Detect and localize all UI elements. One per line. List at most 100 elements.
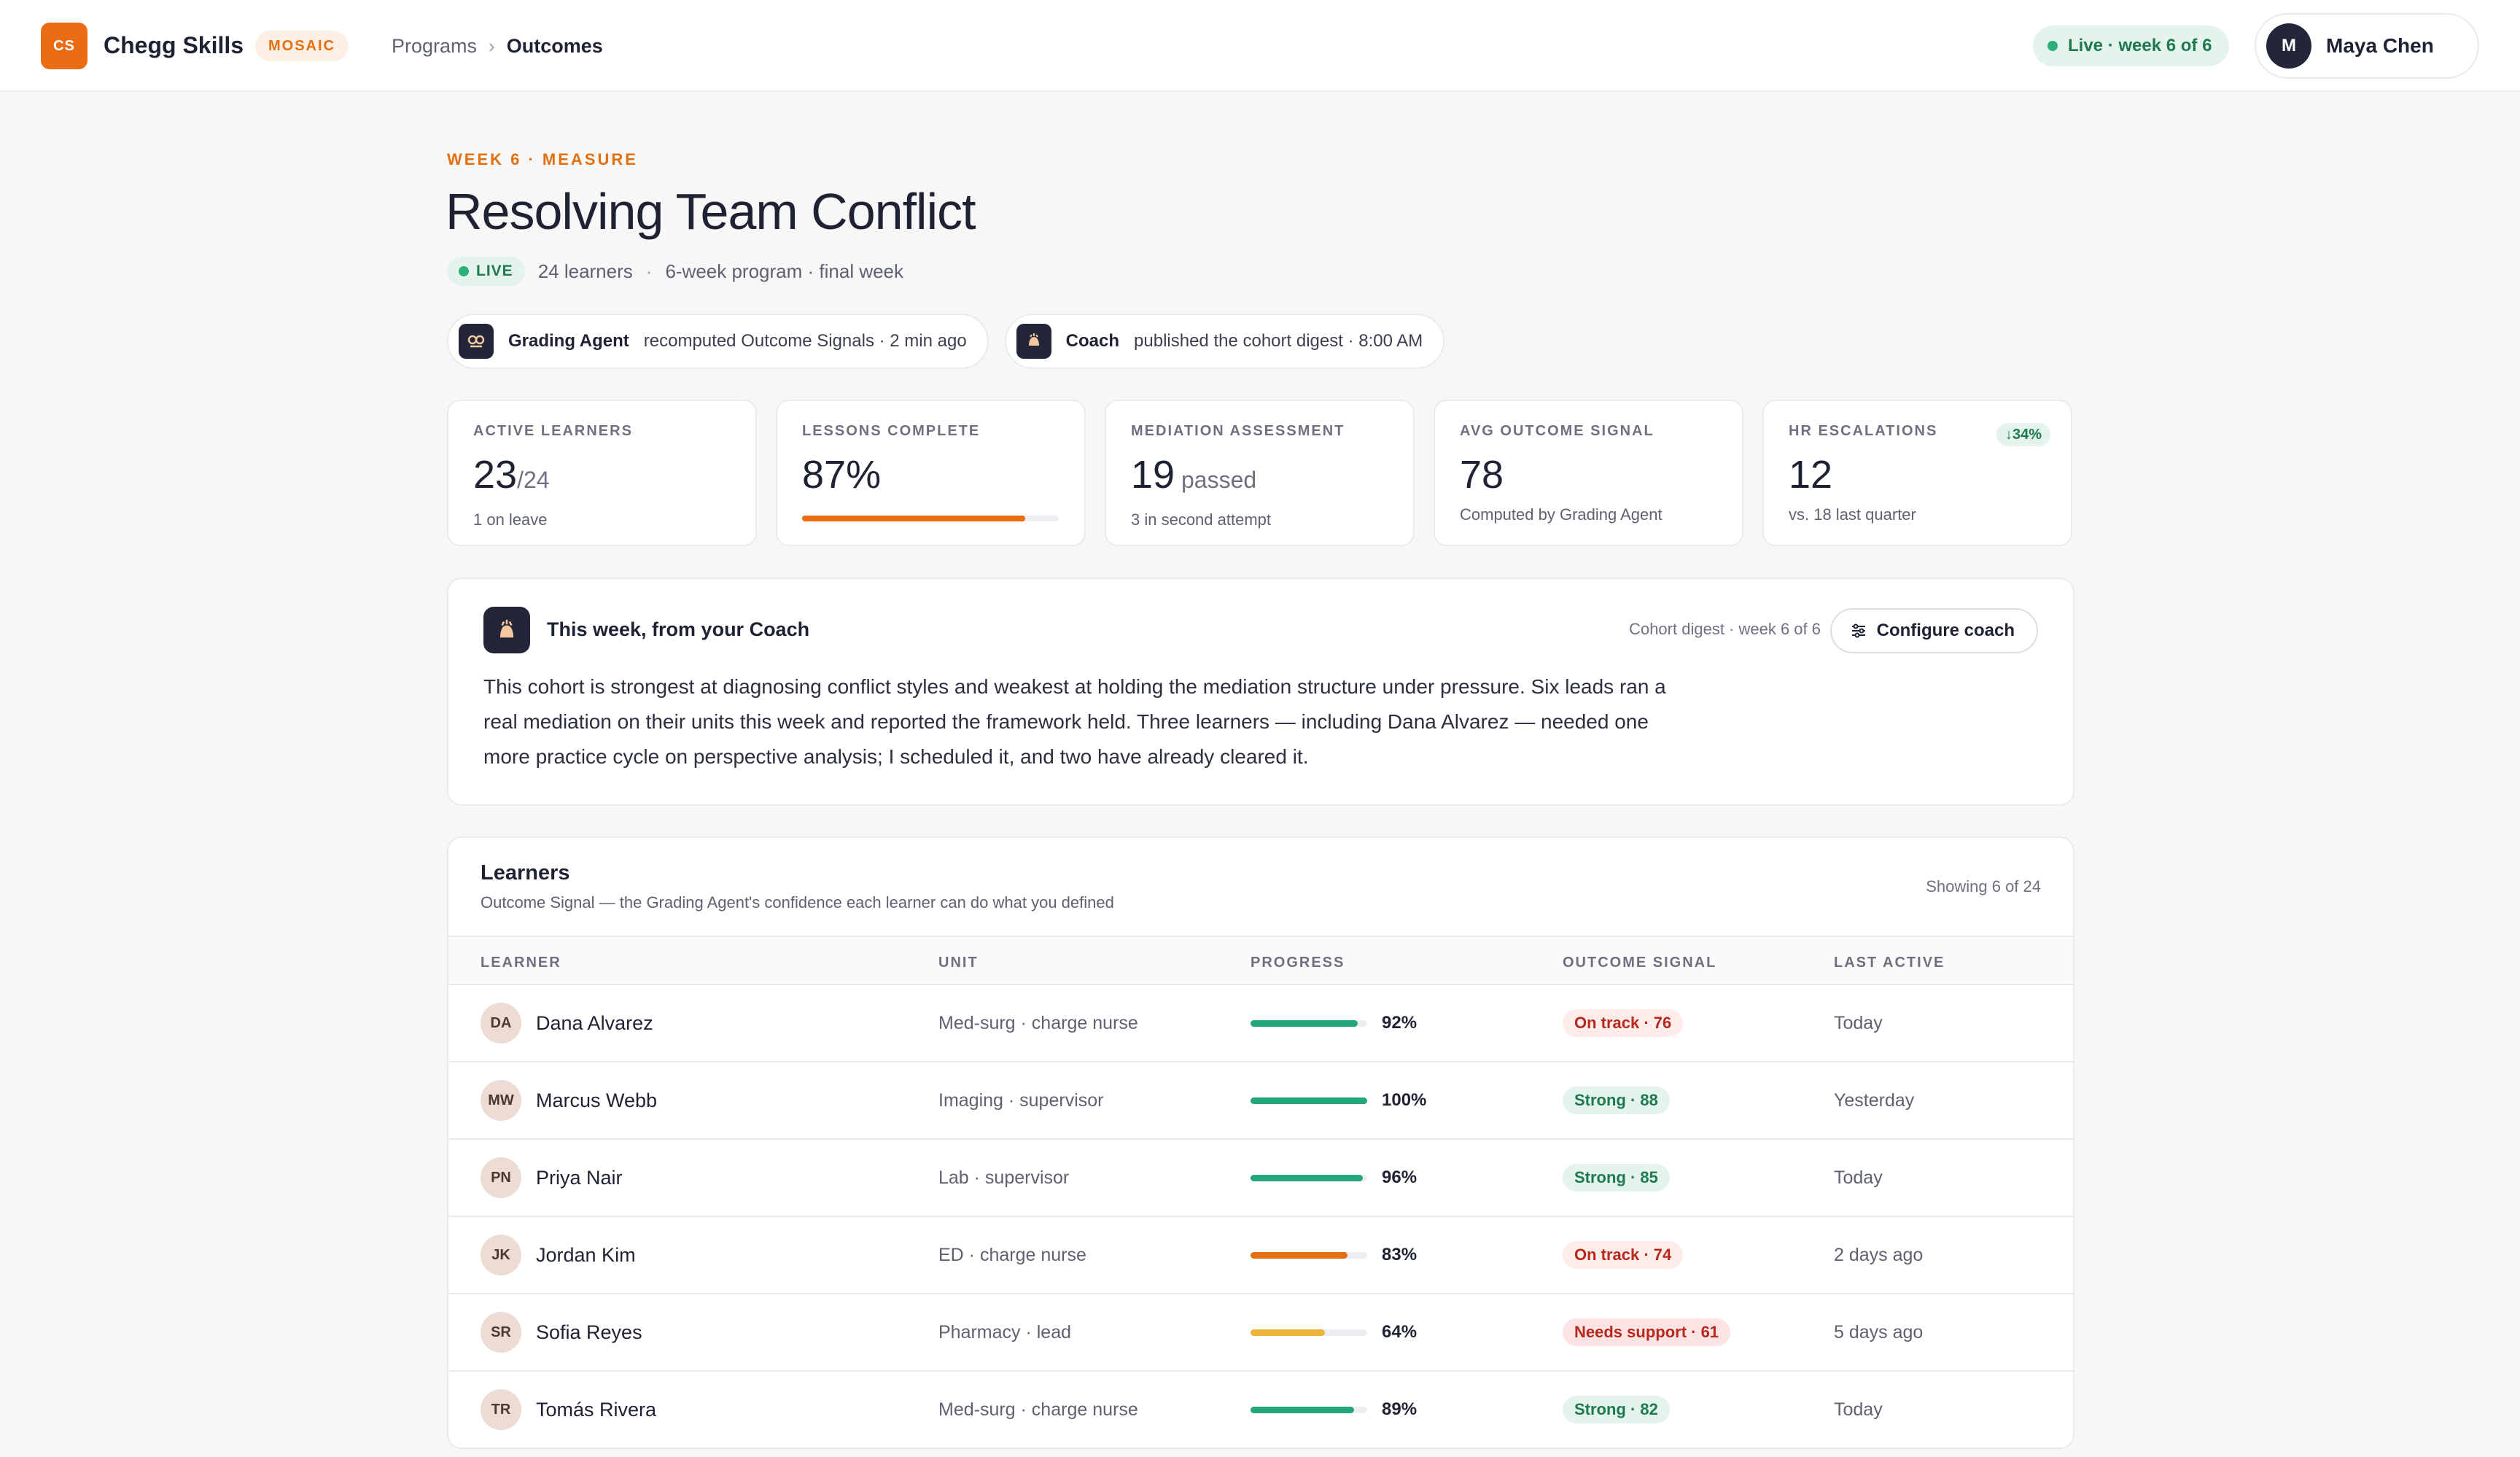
signal-cell: Needs support · 61 [1563, 1294, 1731, 1370]
coach-activity[interactable]: Coach published the cohort digest · 8:00… [1004, 314, 1445, 369]
last-active-text: Today [1834, 1167, 1883, 1188]
agent-action: recomputed Outcome Signals · 2 min ago [643, 331, 967, 351]
table-row[interactable]: TR Tomás Rivera Med-surg · charge nurse 89%… [448, 1372, 2073, 1448]
page-title: Resolving Team Conflict [446, 183, 976, 240]
progress-bar-fill [1251, 1097, 1367, 1104]
progress-percent: 83% [1382, 1245, 1418, 1264]
stat-subtext: vs. 18 last quarter [1789, 505, 1916, 524]
learner-name[interactable]: Marcus Webb [536, 1089, 657, 1112]
stat-suffix: /24 [517, 467, 550, 493]
column-unit[interactable]: UNIT [938, 955, 979, 971]
grading-agent-activity[interactable]: Grading Agent recomputed Outcome Signals… [447, 314, 989, 369]
learner-name[interactable]: Tomás Rivera [536, 1399, 656, 1421]
last-active-text: Yesterday [1834, 1089, 1915, 1111]
user-name: Maya Chen [2326, 34, 2434, 57]
showing-count: Showing 6 of 24 [1926, 877, 2041, 895]
progress-bar-fill [1251, 1406, 1355, 1413]
learner-avatar: JK [481, 1235, 521, 1275]
progress-cell: 92% [1251, 985, 1417, 1061]
stat-label: LESSONS COMPLETE [802, 423, 981, 439]
signal-cell: On track · 74 [1563, 1217, 1684, 1293]
progress-bar [1251, 1019, 1367, 1027]
progress-percent: 100% [1382, 1090, 1427, 1110]
progress-cell: 100% [1251, 1062, 1426, 1138]
configure-coach-button[interactable]: Configure coach [1829, 608, 2038, 653]
mosaic-badge: MOSAIC [255, 31, 349, 61]
last-active-text: Today [1834, 1399, 1883, 1420]
learner-name[interactable]: Sofia Reyes [536, 1321, 642, 1344]
live-week-label: Live · week 6 of 6 [2068, 36, 2212, 55]
last-active-cell: Today [1834, 1372, 1883, 1448]
agent-name: Coach [1065, 331, 1120, 351]
learner-cell: TR Tomás Rivera [481, 1372, 656, 1448]
outcome-signal-badge: On track · 74 [1563, 1241, 1684, 1269]
table-header: LEARNER UNIT PROGRESS OUTCOME SIGNAL LAS… [448, 936, 2073, 985]
column-learner[interactable]: LEARNER [481, 955, 561, 971]
unit-text: Lab · supervisor [938, 1167, 1070, 1188]
progress-cell: 96% [1251, 1140, 1417, 1216]
learner-cell: DA Dana Alvarez [481, 985, 653, 1061]
learner-count: 24 learners [537, 260, 633, 282]
breadcrumb-programs[interactable]: Programs [392, 35, 477, 58]
progress-bar [1251, 1097, 1367, 1104]
table-row[interactable]: DA Dana Alvarez Med-surg · charge nurse 92%… [448, 985, 2073, 1062]
outcome-signal-badge: On track · 76 [1563, 1009, 1684, 1037]
learner-cell: PN Priya Nair [481, 1140, 623, 1216]
learner-name[interactable]: Jordan Kim [536, 1244, 636, 1267]
unit-cell: Imaging · supervisor [938, 1062, 1103, 1138]
top-bar: CS Chegg Skills MOSAIC Programs › Outcom… [0, 0, 2520, 92]
last-active-cell: Today [1834, 1140, 1883, 1216]
stat-number: 19 [1131, 453, 1175, 497]
stat-avg-outcome-signal: AVG OUTCOME SIGNAL 78 Computed by Gradin… [1434, 400, 1743, 546]
progress-bar-fill [1251, 1251, 1348, 1259]
breadcrumb: Programs › Outcomes [392, 31, 603, 61]
progress-cell: 83% [1251, 1217, 1417, 1293]
live-week-status: Live · week 6 of 6 [2033, 26, 2230, 66]
live-dot-icon [2048, 41, 2058, 51]
stat-value: 12 [1789, 453, 2046, 497]
column-progress[interactable]: PROGRESS [1251, 955, 1345, 971]
learner-avatar: SR [481, 1312, 521, 1353]
unit-cell: ED · charge nurse [938, 1217, 1086, 1293]
meta-separator: · [645, 260, 653, 282]
last-active-text: 2 days ago [1834, 1244, 1924, 1265]
coach-icon [1016, 324, 1051, 359]
coach-message: This cohort is strongest at diagnosing c… [483, 675, 1666, 768]
stat-label: ACTIVE LEARNERS [473, 423, 633, 439]
learner-avatar: DA [481, 1003, 521, 1044]
outcome-signal-badge: Strong · 88 [1563, 1087, 1670, 1114]
user-menu[interactable]: M Maya Chen [2255, 13, 2479, 79]
progress-bar [1251, 1406, 1367, 1413]
delta-badge: ↓34% [1996, 423, 2050, 446]
stat-subtext: 3 in second attempt [1131, 510, 1272, 529]
program-length: 6-week program · final week [665, 260, 904, 282]
last-active-cell: 2 days ago [1834, 1217, 1923, 1293]
learner-cell: SR Sofia Reyes [481, 1294, 642, 1370]
learner-name[interactable]: Dana Alvarez [536, 1012, 653, 1035]
unit-text: Med-surg · charge nurse [938, 1012, 1138, 1033]
outcome-signal-badge: Strong · 82 [1563, 1396, 1670, 1423]
avatar: M [2266, 23, 2311, 69]
table-row[interactable]: MW Marcus Webb Imaging · supervisor 100% Str… [448, 1062, 2073, 1140]
signal-cell: Strong · 88 [1563, 1062, 1670, 1138]
stat-lessons-complete: LESSONS COMPLETE 87% [776, 400, 1086, 546]
signal-cell: Strong · 85 [1563, 1140, 1670, 1216]
stat-value: 23/24 [473, 453, 731, 502]
brand-name[interactable]: Chegg Skills [104, 29, 244, 61]
agent-name: Grading Agent [508, 331, 629, 351]
live-dot-icon [459, 266, 469, 276]
signal-cell: Strong · 82 [1563, 1372, 1670, 1448]
stat-suffix: passed [1175, 467, 1257, 493]
stat-mediation-assessment: MEDIATION ASSESSMENT 19 passed 3 in seco… [1105, 400, 1415, 546]
progress-percent: 89% [1382, 1399, 1418, 1419]
table-row[interactable]: PN Priya Nair Lab · supervisor 96% Strong · … [448, 1140, 2073, 1217]
learner-name[interactable]: Priya Nair [536, 1167, 623, 1189]
column-outcome-signal[interactable]: OUTCOME SIGNAL [1563, 955, 1716, 971]
table-row[interactable]: SR Sofia Reyes Pharmacy · lead 64% Needs sup… [448, 1294, 2073, 1372]
table-row[interactable]: JK Jordan Kim ED · charge nurse 83% On track… [448, 1217, 2073, 1294]
stat-number: 87% [802, 453, 882, 497]
program-meta: LIVE 24 learners · 6-week program · fina… [447, 257, 903, 286]
chegg-skills-logo[interactable]: CS [41, 23, 88, 69]
lessons-progress-fill [802, 516, 1026, 521]
column-last-active[interactable]: LAST ACTIVE [1834, 955, 1945, 971]
